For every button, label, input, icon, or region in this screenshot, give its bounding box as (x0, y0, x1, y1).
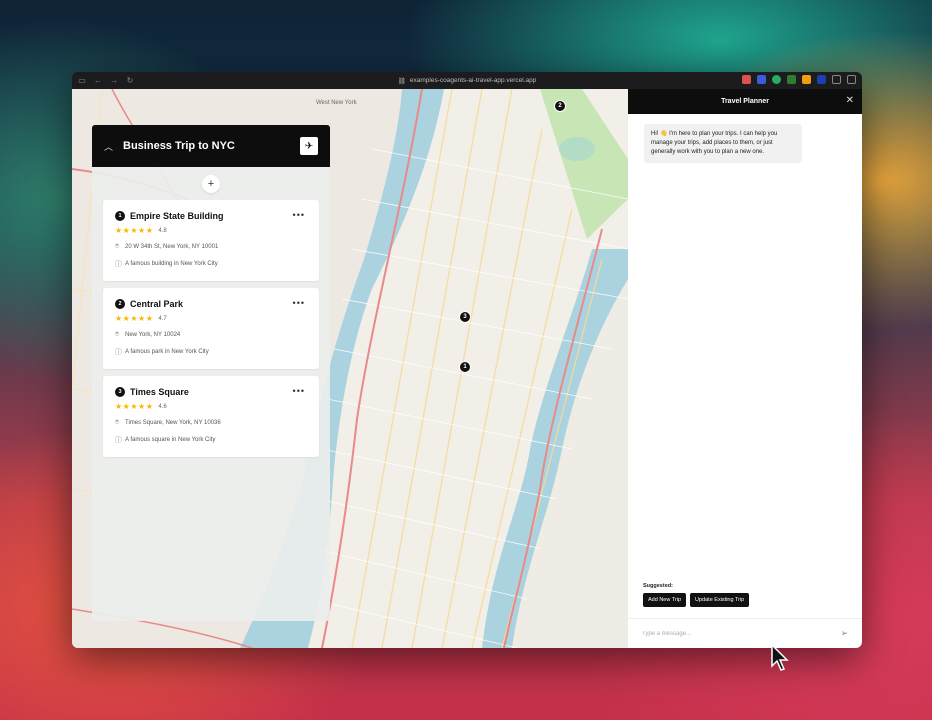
chat-panel: Travel Planner ✕ Hi! 👋 I'm here to plan … (628, 89, 862, 648)
map-pin-1[interactable]: 1 (459, 361, 471, 373)
assistant-message: Hi! 👋 I'm here to plan your trips. I can… (644, 124, 802, 163)
info-icon: ⓘ (115, 437, 122, 444)
place-description: A famous square in New York City (125, 437, 216, 443)
sidebar-icon[interactable] (847, 75, 856, 84)
map-view[interactable]: West New York 2 3 1 ︿ Business Trip to N… (72, 89, 628, 648)
chat-input-row: ➢ (628, 618, 862, 648)
place-card[interactable]: 1 Empire State Building ••• ★★★★★ 4.8 ⌾ 2… (103, 200, 319, 281)
collapse-chevron-icon[interactable]: ︿ (104, 140, 113, 153)
rating-value: 4.8 (158, 227, 167, 234)
mouse-cursor-icon (771, 644, 789, 671)
place-name: Central Park (130, 299, 184, 309)
place-description: A famous building in New York City (125, 261, 218, 267)
extension-icon[interactable] (832, 75, 841, 84)
trip-panel: ︿ Business Trip to NYC ✈ + 1 Empire Stat… (92, 125, 330, 621)
map-pin-3[interactable]: 3 (459, 311, 471, 323)
chat-title: Travel Planner (721, 98, 769, 105)
suggestions: Add New Trip Update Existing Trip (643, 593, 750, 607)
place-address: Times Square, New York, NY 10036 (125, 420, 221, 426)
extension-icon[interactable] (757, 75, 766, 84)
info-icon: ⓘ (115, 261, 122, 268)
reload-icon[interactable]: ↻ (124, 75, 136, 87)
link-icon: ⛓ (397, 77, 406, 85)
place-description: A famous park in New York City (125, 349, 209, 355)
place-name: Times Square (130, 387, 189, 397)
message-input[interactable] (642, 630, 841, 637)
location-pin-icon: ⌾ (115, 331, 120, 338)
url-text[interactable]: examples-coagents-ai-travel-app.vercel.a… (410, 77, 536, 84)
trip-title: Business Trip to NYC (123, 140, 235, 152)
more-options-icon[interactable]: ••• (293, 298, 305, 308)
star-rating-icon: ★★★★★ (115, 402, 154, 411)
browser-window: ▭ ← → ↻ ⛓ examples-coagents-ai-travel-ap… (72, 72, 862, 648)
rating-value: 4.6 (158, 403, 167, 410)
extension-icon[interactable] (742, 75, 751, 84)
more-options-icon[interactable]: ••• (293, 210, 305, 220)
location-pin-icon: ⌾ (115, 419, 120, 426)
update-existing-trip-button[interactable]: Update Existing Trip (690, 593, 750, 607)
extension-icon[interactable] (772, 75, 781, 84)
plane-icon[interactable]: ✈ (300, 137, 318, 155)
location-pin-icon: ⌾ (115, 243, 120, 250)
browser-toolbar: ▭ ← → ↻ ⛓ examples-coagents-ai-travel-ap… (72, 72, 862, 89)
extension-icon[interactable] (787, 75, 796, 84)
place-card[interactable]: 2 Central Park ••• ★★★★★ 4.7 ⌾ New York, … (103, 288, 319, 369)
extension-icon[interactable] (817, 75, 826, 84)
add-place-button[interactable]: + (202, 175, 220, 193)
map-pin-2[interactable]: 2 (554, 100, 566, 112)
place-name: Empire State Building (130, 211, 224, 221)
send-icon[interactable]: ➢ (840, 628, 848, 639)
place-address: 20 W 34th St, New York, NY 10001 (125, 244, 219, 250)
trip-header: ︿ Business Trip to NYC ✈ (92, 125, 330, 167)
extension-icon[interactable] (802, 75, 811, 84)
info-icon: ⓘ (115, 349, 122, 356)
rating-value: 4.7 (158, 315, 167, 322)
add-new-trip-button[interactable]: Add New Trip (643, 593, 687, 607)
more-options-icon[interactable]: ••• (293, 386, 305, 396)
star-rating-icon: ★★★★★ (115, 226, 154, 235)
forward-icon[interactable]: → (108, 75, 120, 87)
extension-icons (742, 75, 856, 84)
suggested-label: Suggested: (643, 583, 673, 589)
map-place-label: West New York (316, 100, 357, 106)
place-number-badge: 1 (115, 211, 125, 221)
back-icon[interactable]: ← (92, 75, 104, 87)
place-number-badge: 2 (115, 299, 125, 309)
star-rating-icon: ★★★★★ (115, 314, 154, 323)
chat-header: Travel Planner ✕ (628, 89, 862, 114)
place-number-badge: 3 (115, 387, 125, 397)
place-card[interactable]: 3 Times Square ••• ★★★★★ 4.6 ⌾ Times Squa… (103, 376, 319, 457)
close-icon[interactable]: ✕ (846, 95, 854, 106)
sidebar-toggle-icon[interactable]: ▭ (76, 75, 88, 87)
place-address: New York, NY 10024 (125, 332, 181, 338)
